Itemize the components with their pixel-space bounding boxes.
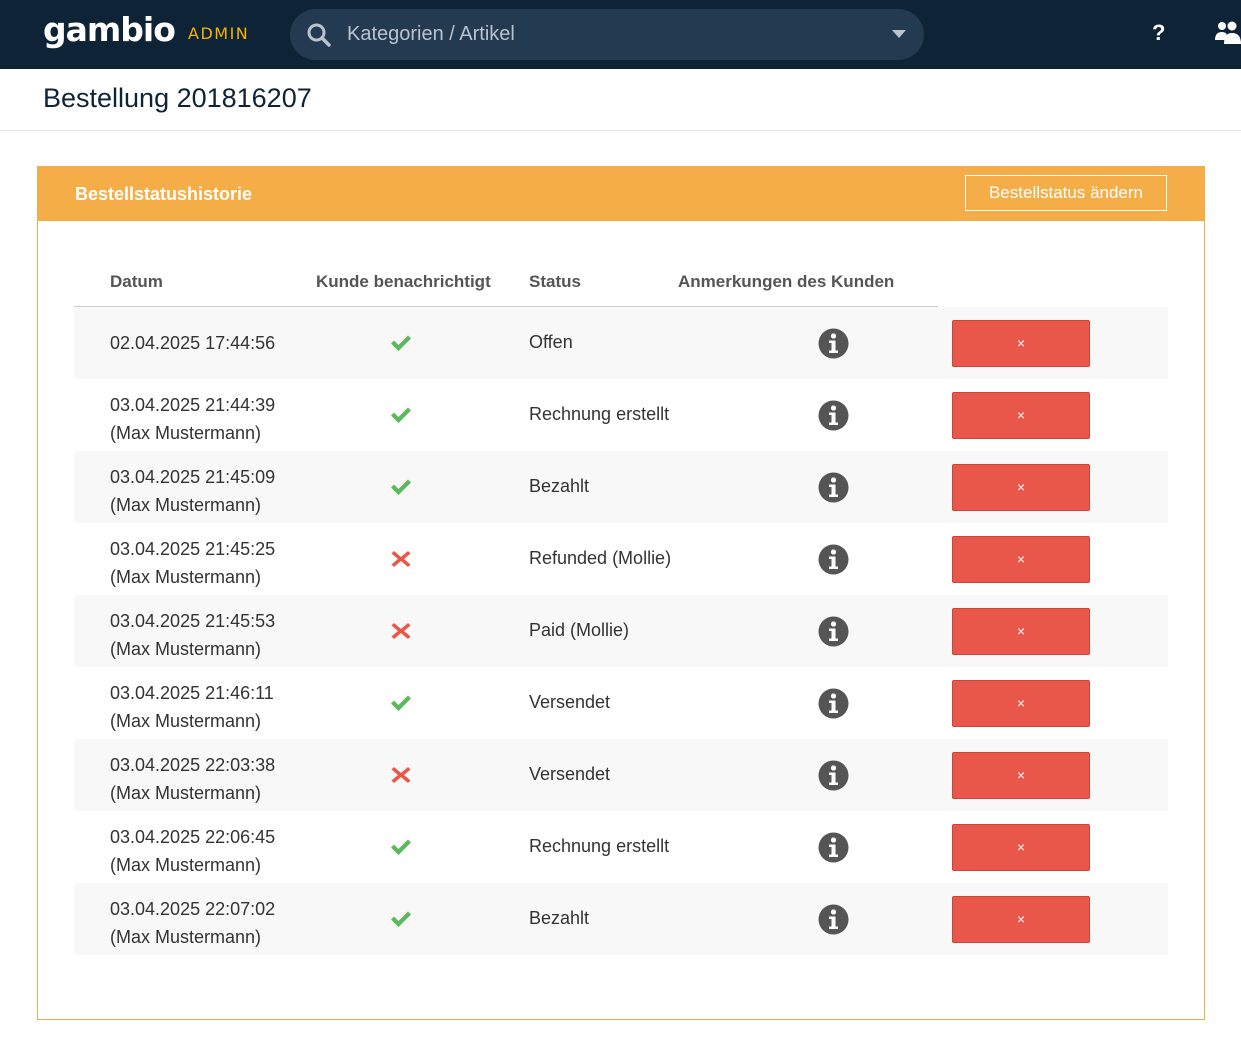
- status-date-user: (Max Mustermann): [110, 855, 262, 875]
- status-label: Bezahlt: [529, 908, 590, 928]
- panel-heading: Bestellstatushistorie Bestellstatus ände…: [38, 167, 1204, 221]
- status-date-user: (Max Mustermann): [110, 783, 262, 803]
- status-date-user: (Max Mustermann): [110, 639, 262, 659]
- search-input[interactable]: Kategorien / Artikel: [290, 9, 924, 60]
- info-icon[interactable]: [818, 832, 849, 863]
- info-icon[interactable]: [818, 472, 849, 503]
- column-header-customer-comments: Anmerkungen des Kunden: [678, 272, 895, 291]
- chevron-down-icon[interactable]: [892, 30, 906, 39]
- info-icon[interactable]: [818, 688, 849, 719]
- cross-icon: [391, 623, 411, 639]
- table-row: 03.04.2025 21:46:11 (Max Mustermann) Ver…: [74, 667, 1168, 739]
- order-status-history-panel: Bestellstatushistorie Bestellstatus ände…: [37, 166, 1205, 1020]
- check-icon: [391, 839, 411, 855]
- status-date: 03.04.2025 21:45:25 (Max Mustermann): [110, 535, 275, 591]
- table-row: 03.04.2025 21:44:39 (Max Mustermann) Rec…: [74, 379, 1168, 451]
- info-icon[interactable]: [818, 904, 849, 935]
- status-date-user: (Max Mustermann): [110, 711, 262, 731]
- check-icon: [391, 335, 411, 351]
- status-date: 03.04.2025 21:45:53 (Max Mustermann): [110, 607, 275, 663]
- delete-status-button[interactable]: ×: [952, 680, 1090, 727]
- status-date-value: 03.04.2025 21:45:25: [110, 539, 276, 559]
- delete-status-button[interactable]: ×: [952, 536, 1090, 583]
- page-header: Bestellung 201816207: [0, 69, 1241, 131]
- change-order-status-button[interactable]: Bestellstatus ändern: [965, 175, 1167, 211]
- status-date-user: (Max Mustermann): [110, 927, 262, 947]
- status-label: Rechnung erstellt: [529, 836, 670, 856]
- delete-status-button[interactable]: ×: [952, 824, 1090, 871]
- panel-title: Bestellstatushistorie: [75, 184, 253, 204]
- search-icon: [307, 23, 331, 47]
- table-row: 03.04.2025 22:06:45 (Max Mustermann) Rec…: [74, 811, 1168, 883]
- cross-icon: [391, 767, 411, 783]
- table-row: 03.04.2025 22:03:38 (Max Mustermann) Ver…: [74, 739, 1168, 811]
- info-icon[interactable]: [818, 400, 849, 431]
- column-header-status: Status: [529, 272, 581, 291]
- table-row: 02.04.2025 17:44:56 Offen ×: [74, 307, 1168, 379]
- status-label: Rechnung erstellt: [529, 404, 670, 424]
- column-header-customer-notified: Kunde benachrichtigt: [316, 272, 491, 291]
- status-date: 03.04.2025 21:46:11 (Max Mustermann): [110, 679, 274, 735]
- status-date-value: 03.04.2025 21:45:53: [110, 611, 276, 631]
- status-date: 03.04.2025 22:03:38 (Max Mustermann): [110, 751, 275, 807]
- status-date: 03.04.2025 22:07:02 (Max Mustermann): [110, 895, 275, 951]
- status-date-value: 03.04.2025 21:45:09: [110, 467, 276, 487]
- admin-label: ADMIN: [188, 24, 250, 43]
- status-date: 03.04.2025 21:44:39 (Max Mustermann): [110, 391, 275, 447]
- delete-status-button[interactable]: ×: [952, 392, 1090, 439]
- table-body: 02.04.2025 17:44:56 Offen × 03.04.2025 2…: [74, 307, 1168, 955]
- help-icon[interactable]: ?: [1152, 20, 1165, 46]
- top-navigation-bar: gambio ADMIN Kategorien / Artikel ?: [0, 0, 1241, 69]
- delete-status-button[interactable]: ×: [952, 896, 1090, 943]
- info-icon[interactable]: [818, 616, 849, 647]
- status-date-user: (Max Mustermann): [110, 567, 262, 587]
- check-icon: [391, 407, 411, 423]
- users-icon[interactable]: [1214, 20, 1241, 46]
- page-title: Bestellung 201816207: [43, 83, 312, 113]
- table-row: 03.04.2025 22:07:02 (Max Mustermann) Bez…: [74, 883, 1168, 955]
- delete-status-button[interactable]: ×: [952, 464, 1090, 511]
- status-label: Versendet: [529, 764, 611, 784]
- status-date: 02.04.2025 17:44:56: [110, 329, 275, 357]
- status-date-user: (Max Mustermann): [110, 495, 262, 515]
- info-icon[interactable]: [818, 328, 849, 359]
- table-row: 03.04.2025 21:45:53 (Max Mustermann) Pai…: [74, 595, 1168, 667]
- status-history-table: Datum Kunde benachrichtigt Status Anmerk…: [74, 255, 1168, 955]
- table-header: Datum Kunde benachrichtigt Status Anmerk…: [74, 255, 938, 307]
- status-date-value: 03.04.2025 22:03:38: [110, 755, 276, 775]
- delete-status-button[interactable]: ×: [952, 320, 1090, 367]
- status-label: Versendet: [529, 692, 611, 712]
- gambio-logo[interactable]: gambio: [43, 10, 176, 49]
- cross-icon: [391, 551, 411, 567]
- status-date-value: 03.04.2025 22:06:45: [110, 827, 276, 847]
- table-row: 03.04.2025 21:45:25 (Max Mustermann) Ref…: [74, 523, 1168, 595]
- status-label: Bezahlt: [529, 476, 590, 496]
- check-icon: [391, 911, 411, 927]
- status-date-value: 03.04.2025 21:44:39: [110, 395, 276, 415]
- status-date-value: 03.04.2025 21:46:11: [110, 683, 274, 703]
- status-date: 03.04.2025 22:06:45 (Max Mustermann): [110, 823, 275, 879]
- check-icon: [391, 479, 411, 495]
- search-placeholder: Kategorien / Artikel: [347, 23, 515, 45]
- status-date: 03.04.2025 21:45:09 (Max Mustermann): [110, 463, 275, 519]
- delete-status-button[interactable]: ×: [952, 752, 1090, 799]
- column-header-date: Datum: [110, 272, 163, 291]
- info-icon[interactable]: [818, 544, 849, 575]
- delete-status-button[interactable]: ×: [952, 608, 1090, 655]
- status-label: Paid (Mollie): [529, 620, 630, 640]
- status-date-user: (Max Mustermann): [110, 423, 262, 443]
- status-label: Offen: [529, 332, 573, 352]
- check-icon: [391, 695, 411, 711]
- status-date-value: 02.04.2025 17:44:56: [110, 333, 276, 353]
- info-icon[interactable]: [818, 760, 849, 791]
- table-row: 03.04.2025 21:45:09 (Max Mustermann) Bez…: [74, 451, 1168, 523]
- status-label: Refunded (Mollie): [529, 548, 672, 568]
- status-date-value: 03.04.2025 22:07:02: [110, 899, 276, 919]
